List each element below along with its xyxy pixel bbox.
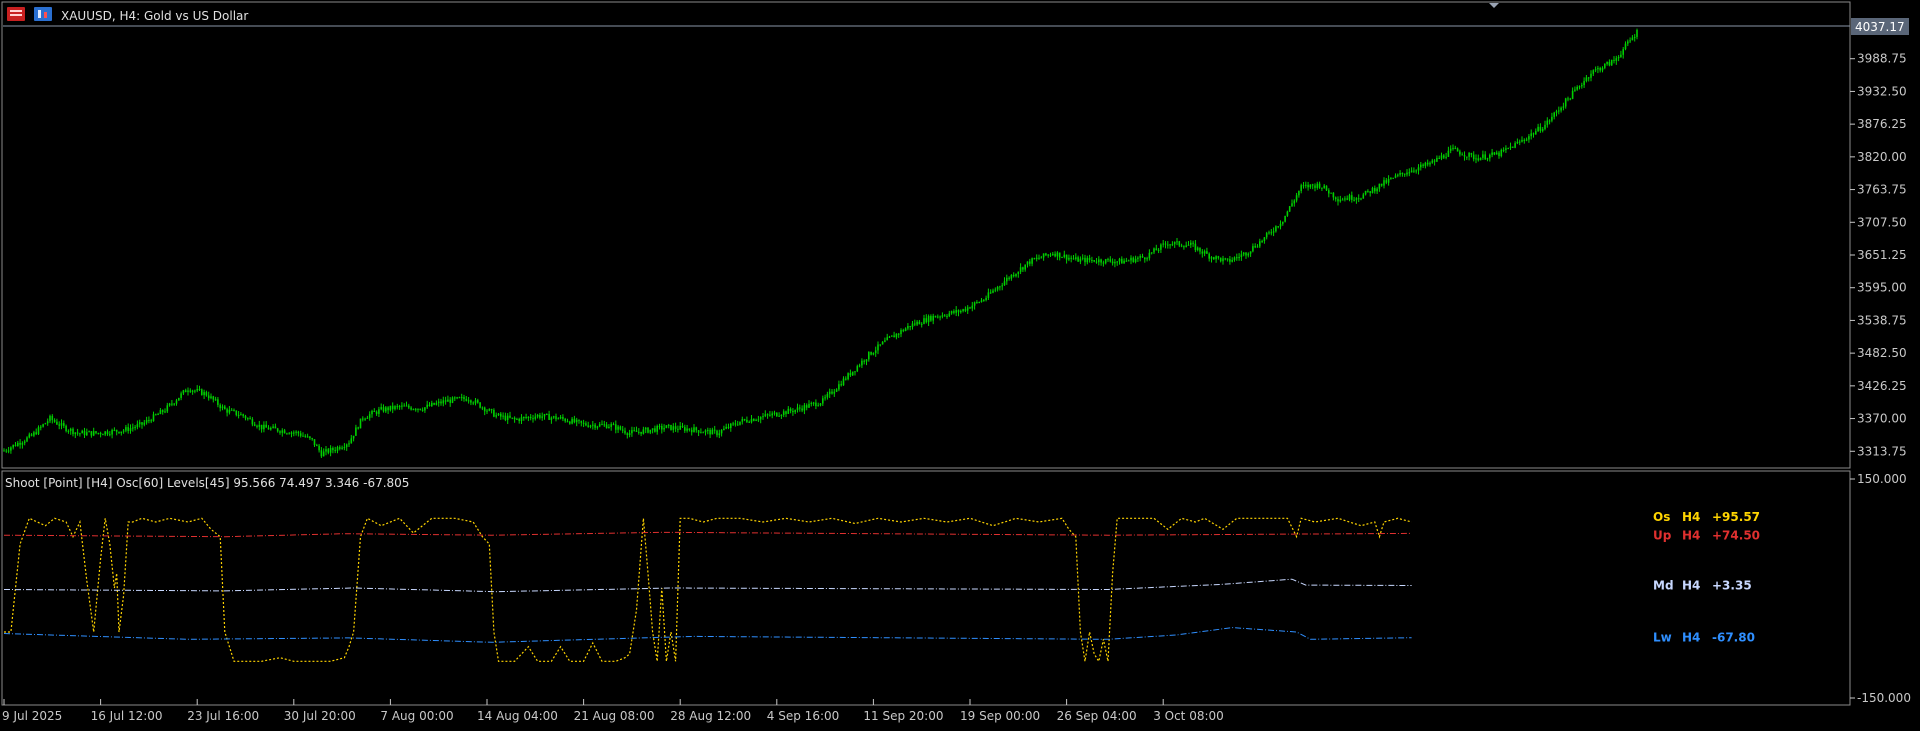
series-label-tf: H4	[1682, 510, 1700, 524]
candle	[1479, 157, 1482, 161]
chart-canvas[interactable]: XAUUSD, H4: Gold vs US Dollar 4037.17 39…	[0, 0, 1920, 731]
series-label-name: Md	[1653, 579, 1674, 593]
indicator-tick-label: -150.000	[1857, 691, 1911, 705]
time-tick-label: 19 Sep 00:00	[960, 709, 1040, 723]
time-tick-label: 9 Jul 2025	[2, 709, 62, 723]
candle	[1610, 59, 1613, 66]
time-tick-label: 30 Jul 20:00	[284, 709, 356, 723]
candle	[665, 425, 668, 429]
price-tick-label: 3482.50	[1857, 346, 1907, 360]
price-tick-label: 3313.75	[1857, 444, 1907, 458]
series-label-name: Os	[1653, 510, 1670, 524]
price-tick-label: 3707.50	[1857, 215, 1907, 229]
candle	[201, 388, 203, 396]
price-tick-label: 3370.00	[1857, 412, 1907, 426]
time-tick-label: 3 Oct 08:00	[1153, 709, 1224, 723]
series-label-tf: H4	[1682, 528, 1700, 542]
series-label-name: Lw	[1653, 631, 1672, 645]
chart-properties-icon[interactable]	[34, 7, 52, 21]
price-tick-label: 3988.75	[1857, 52, 1907, 66]
candle	[479, 402, 481, 409]
chart-title-bar: XAUUSD, H4: Gold vs US Dollar	[7, 7, 248, 23]
price-tick-label: 3932.50	[1857, 84, 1907, 98]
time-tick-label: 11 Sep 20:00	[863, 709, 943, 723]
time-tick-label: 4 Sep 16:00	[767, 709, 839, 723]
candle	[1288, 205, 1291, 212]
price-tick-label: 3651.25	[1857, 248, 1907, 262]
time-tick-label: 7 Aug 00:00	[380, 709, 453, 723]
price-tick-label: 3538.75	[1857, 313, 1907, 327]
candle	[1512, 146, 1514, 148]
indicator-tick-label: 150.000	[1857, 472, 1907, 486]
price-tick-label: 3763.75	[1857, 183, 1907, 197]
candle	[934, 315, 937, 318]
last-price-label: 4037.17	[1855, 20, 1905, 34]
indicator-header: Shoot [Point] [H4] Osc[60] Levels[45] 95…	[5, 476, 409, 490]
time-tick-label: 26 Sep 04:00	[1057, 709, 1137, 723]
series-label-name: Up	[1653, 528, 1672, 542]
candle	[1392, 177, 1394, 179]
candle	[670, 424, 672, 431]
series-label-tf: H4	[1682, 631, 1700, 645]
candle	[847, 372, 849, 381]
series-label-value: +74.50	[1712, 528, 1760, 542]
series-label-tf: H4	[1682, 579, 1700, 593]
candle	[1284, 215, 1286, 223]
chart-background	[0, 0, 1920, 731]
time-tick-label: 28 Aug 12:00	[670, 709, 751, 723]
time-tick-label: 14 Aug 04:00	[477, 709, 558, 723]
price-tick-label: 3876.25	[1857, 117, 1907, 131]
series-label-value: +95.57	[1712, 510, 1760, 524]
time-tick-label: 21 Aug 08:00	[574, 709, 655, 723]
candle	[359, 418, 362, 429]
price-tick-label: 3820.00	[1857, 150, 1907, 164]
candle	[647, 426, 649, 434]
candle	[1325, 185, 1328, 191]
chart-title: XAUUSD, H4: Gold vs US Dollar	[61, 9, 248, 23]
price-tick-label: 3595.00	[1857, 281, 1907, 295]
time-tick-label: 23 Jul 16:00	[187, 709, 259, 723]
series-label-value: -67.80	[1712, 631, 1755, 645]
time-tick-label: 16 Jul 12:00	[91, 709, 163, 723]
series-label-value: +3.35	[1712, 579, 1752, 593]
candle	[178, 397, 180, 401]
symbol-window-icon[interactable]	[7, 7, 25, 21]
price-tick-label: 3426.25	[1857, 379, 1907, 393]
